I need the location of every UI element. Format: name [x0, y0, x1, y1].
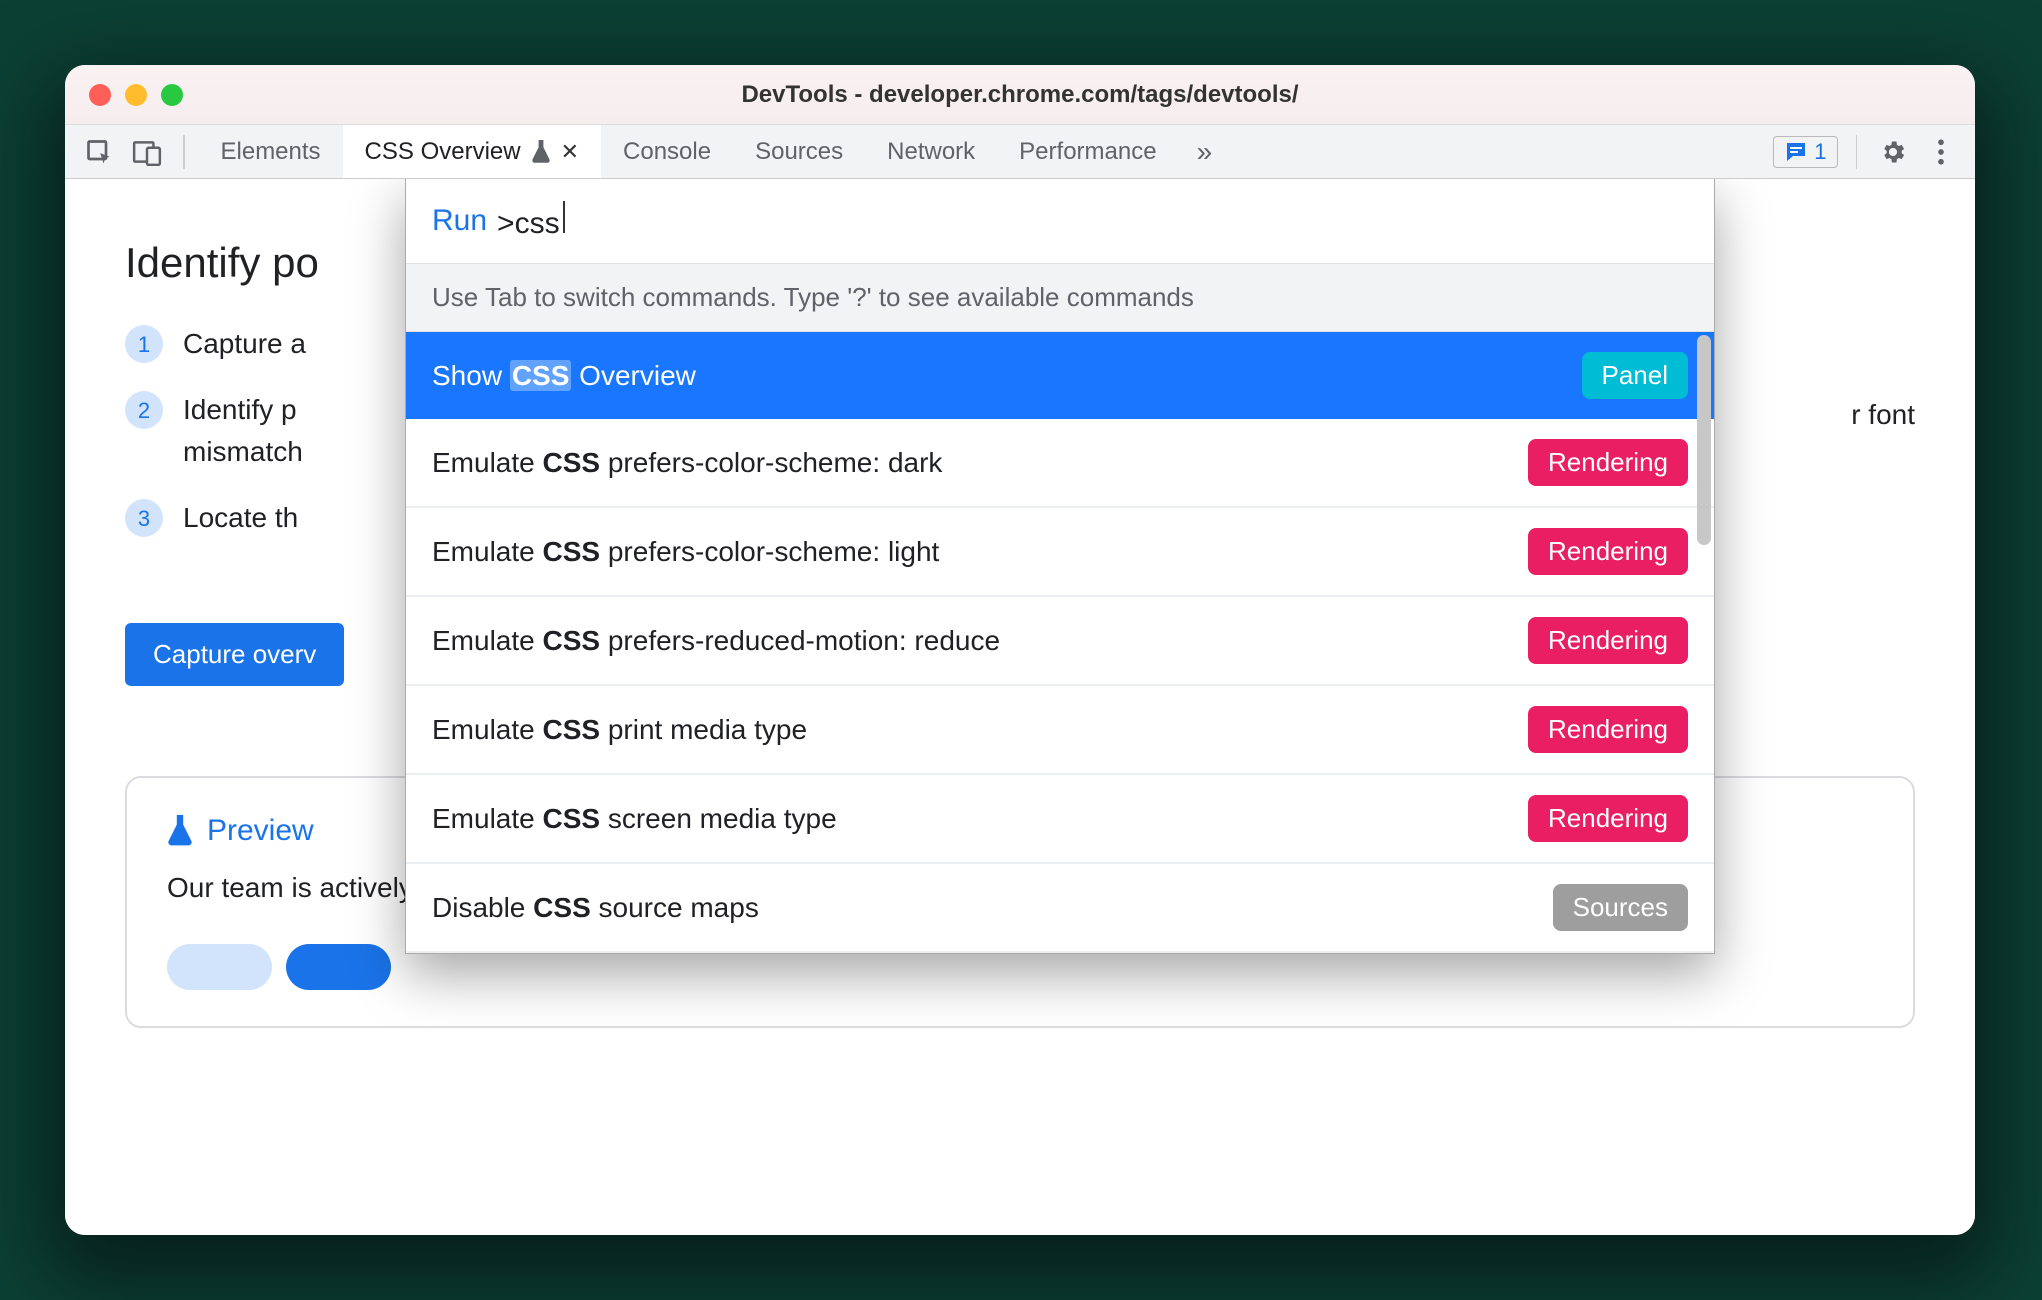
command-item[interactable]: Emulate CSS prefers-color-scheme: dark Re… — [406, 419, 1714, 508]
command-item[interactable]: Emulate CSS prefers-color-scheme: light R… — [406, 508, 1714, 597]
command-item-badge: Rendering — [1528, 706, 1688, 753]
tab-console[interactable]: Console — [601, 125, 733, 178]
command-item[interactable]: Emulate CSS print media type Rendering — [406, 686, 1714, 775]
scrollbar-thumb[interactable] — [1697, 335, 1711, 545]
chat-icon — [1784, 140, 1808, 164]
command-item-badge: Sources — [1553, 884, 1688, 931]
text-fragment: r font — [1851, 399, 1915, 431]
run-label: Run — [432, 204, 487, 238]
window-title: DevTools - developer.chrome.com/tags/dev… — [65, 81, 1975, 109]
step-text: mismatch — [183, 431, 303, 473]
kebab-menu-icon[interactable] — [1919, 132, 1963, 172]
command-item-badge: Panel — [1582, 352, 1689, 399]
capture-overview-button[interactable]: Capture overv — [125, 623, 344, 686]
close-tab-icon[interactable]: ✕ — [561, 139, 579, 165]
command-item-label: Emulate CSS prefers-reduced-motion: redu… — [432, 625, 1000, 657]
settings-icon[interactable] — [1871, 132, 1915, 172]
command-item-badge: Rendering — [1528, 528, 1688, 575]
minimize-window-button[interactable] — [125, 84, 147, 106]
step-number: 1 — [125, 325, 163, 363]
command-item[interactable]: Show CSS Overview Panel — [406, 332, 1714, 419]
command-item-label: Emulate CSS prefers-color-scheme: dark — [432, 447, 942, 479]
command-item-badge: Rendering — [1528, 795, 1688, 842]
command-item[interactable]: Disable CSS source maps Sources — [406, 864, 1714, 953]
step-number: 3 — [125, 499, 163, 537]
preview-label: Preview — [207, 814, 314, 848]
panel-content: Identify po r font 1 Capture a 2 Identif… — [65, 179, 1975, 1235]
devtools-window: DevTools - developer.chrome.com/tags/dev… — [65, 65, 1975, 1235]
maximize-window-button[interactable] — [161, 84, 183, 106]
command-prefix: > — [497, 207, 515, 240]
toolbar-separator — [183, 135, 185, 169]
tab-label: Elements — [221, 138, 321, 166]
panel-tabs: Elements CSS Overview ✕ Console Sources … — [199, 125, 1179, 178]
chip[interactable] — [167, 944, 272, 990]
command-list: Show CSS Overview Panel Emulate CSS prefer… — [406, 332, 1714, 953]
tab-label: Network — [887, 138, 975, 166]
command-hint: Use Tab to switch commands. Type '?' to … — [406, 263, 1714, 332]
beaker-icon — [167, 815, 193, 847]
tab-performance[interactable]: Performance — [997, 125, 1178, 178]
devtools-toolbar: Elements CSS Overview ✕ Console Sources … — [65, 125, 1975, 179]
traffic-lights — [65, 84, 183, 106]
tab-label: Console — [623, 138, 711, 166]
device-toolbar-icon[interactable] — [125, 132, 169, 172]
chip[interactable] — [286, 944, 391, 990]
beaker-icon — [531, 140, 551, 164]
issues-count: 1 — [1814, 139, 1826, 165]
command-item-label: Emulate CSS print media type — [432, 714, 807, 746]
command-item[interactable]: Emulate CSS prefers-reduced-motion: redu… — [406, 597, 1714, 686]
command-item-label: Show CSS Overview — [432, 360, 696, 392]
tab-network[interactable]: Network — [865, 125, 997, 178]
step-text: Capture a — [183, 323, 306, 365]
command-menu: Run >css Use Tab to switch commands. Typ… — [405, 179, 1715, 954]
inspect-element-icon[interactable] — [77, 132, 121, 172]
tab-label: Sources — [755, 138, 843, 166]
command-query: css — [515, 207, 560, 240]
more-tabs-icon[interactable]: » — [1183, 136, 1222, 168]
command-item-label: Emulate CSS screen media type — [432, 803, 837, 835]
close-window-button[interactable] — [89, 84, 111, 106]
command-item-badge: Rendering — [1528, 617, 1688, 664]
tab-label: CSS Overview — [365, 138, 521, 166]
command-item-label: Disable CSS source maps — [432, 892, 759, 924]
toolbar-separator — [1856, 135, 1858, 169]
tab-elements[interactable]: Elements — [199, 125, 343, 178]
command-item[interactable]: Emulate CSS screen media type Rendering — [406, 775, 1714, 864]
titlebar: DevTools - developer.chrome.com/tags/dev… — [65, 65, 1975, 125]
command-input[interactable]: Run >css — [406, 179, 1714, 263]
tab-sources[interactable]: Sources — [733, 125, 865, 178]
text-caret — [563, 201, 566, 233]
tab-label: Performance — [1019, 138, 1156, 166]
step-text: Locate th — [183, 497, 298, 539]
step-number: 2 — [125, 391, 163, 429]
tab-css-overview[interactable]: CSS Overview ✕ — [343, 125, 601, 178]
step-text: Identify p — [183, 389, 303, 431]
command-item-badge: Rendering — [1528, 439, 1688, 486]
command-item-label: Emulate CSS prefers-color-scheme: light — [432, 536, 939, 568]
issues-button[interactable]: 1 — [1773, 136, 1837, 168]
